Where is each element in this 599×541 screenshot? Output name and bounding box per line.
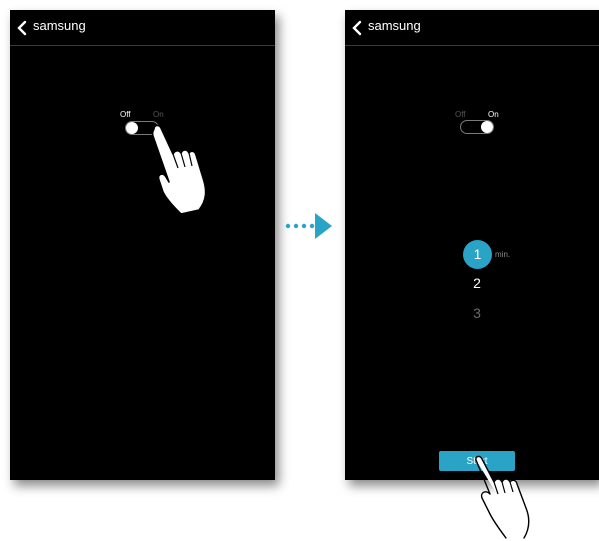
toggle-knob xyxy=(126,122,138,134)
pointing-hand-icon xyxy=(151,124,207,215)
switch-on-label: On xyxy=(488,110,499,119)
picker-selected-option[interactable]: 1 xyxy=(463,240,492,269)
chevron-left-icon[interactable] xyxy=(16,20,28,36)
header-title: samsung xyxy=(368,18,421,33)
switch-off-label: Off xyxy=(120,110,131,119)
timer-toggle[interactable] xyxy=(460,120,494,134)
picker-option-1: 1 xyxy=(473,246,482,262)
picker-option-2[interactable]: 2 xyxy=(463,275,491,291)
chevron-left-icon[interactable] xyxy=(351,20,363,36)
header-title: samsung xyxy=(33,18,86,33)
picker-option-3[interactable]: 3 xyxy=(463,305,491,321)
switch-off-label: Off xyxy=(455,110,466,119)
picker-unit-label: min. xyxy=(495,250,511,259)
pointing-hand-icon xyxy=(475,455,530,539)
app-header: samsung xyxy=(345,10,599,46)
switch-on-label: On xyxy=(153,110,164,119)
left-phone-screen: samsung Off On xyxy=(10,10,275,480)
right-phone-screen: samsung Off On 1 min. 2 3 Start xyxy=(345,10,599,480)
app-header: samsung xyxy=(10,10,275,46)
dotted-arrow-right-icon xyxy=(285,213,332,239)
toggle-knob xyxy=(481,121,493,133)
